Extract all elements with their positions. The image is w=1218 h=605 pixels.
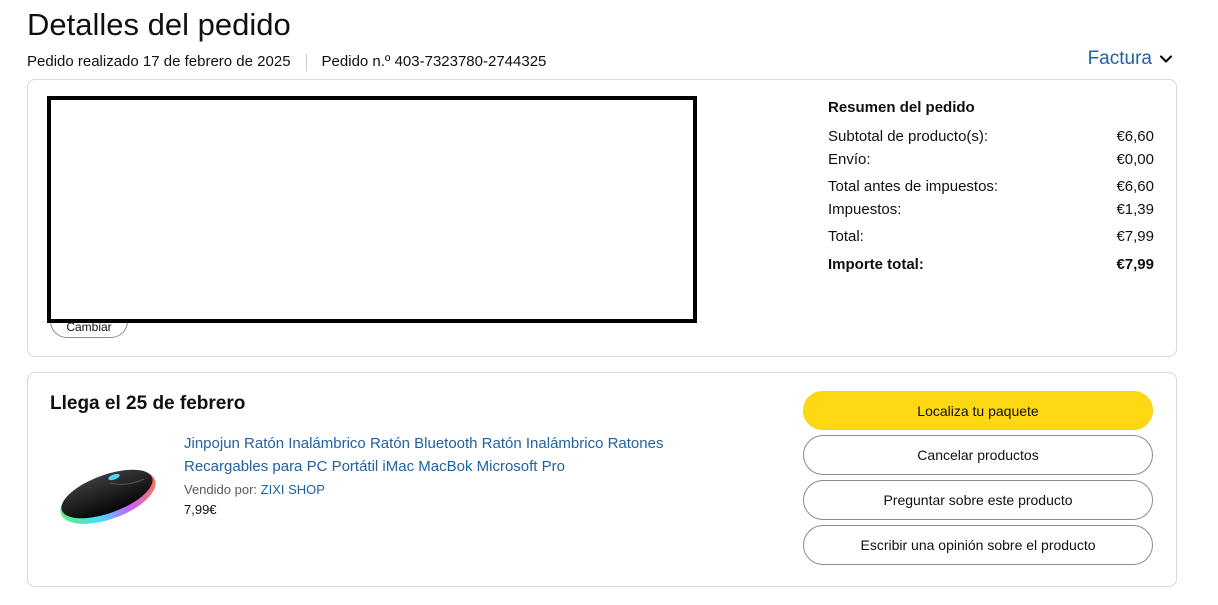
invoice-dropdown[interactable]: Factura bbox=[1088, 48, 1174, 70]
summary-label: Subtotal de producto(s): bbox=[828, 128, 989, 145]
summary-row-total: Total: €7,99 bbox=[828, 225, 1154, 248]
summary-row-subtotal: Subtotal de producto(s): €6,60 bbox=[828, 125, 1154, 148]
order-date: Pedido realizado 17 de febrero de 2025 bbox=[27, 53, 291, 70]
order-info-card: Cambiar Resumen del pedido Subtotal de p… bbox=[27, 79, 1177, 357]
summary-label: Envío: bbox=[828, 151, 871, 168]
shipment-card: Llega el 25 de febrero Jinpojun Ratón In… bbox=[27, 372, 1177, 587]
redacted-address bbox=[47, 96, 697, 323]
grand-total-value: €7,99 bbox=[1116, 256, 1154, 273]
ask-product-question-button[interactable]: Preguntar sobre este producto bbox=[803, 480, 1153, 520]
write-review-button[interactable]: Escribir una opinión sobre el producto bbox=[803, 525, 1153, 565]
summary-row-tax: Impuestos: €1,39 bbox=[828, 198, 1154, 221]
chevron-down-icon bbox=[1159, 55, 1173, 63]
cancel-items-button[interactable]: Cancelar productos bbox=[803, 435, 1153, 475]
summary-value: €6,60 bbox=[1116, 128, 1154, 145]
track-package-button[interactable]: Localiza tu paquete bbox=[803, 391, 1153, 430]
order-summary: Resumen del pedido Subtotal de producto(… bbox=[828, 98, 1154, 276]
summary-label: Total antes de impuestos: bbox=[828, 178, 999, 195]
summary-value: €1,39 bbox=[1116, 201, 1154, 218]
delivery-date: Llega el 25 de febrero bbox=[50, 393, 246, 414]
grand-total-label: Importe total: bbox=[828, 256, 924, 273]
summary-label: Impuestos: bbox=[828, 201, 902, 218]
summary-value: €6,60 bbox=[1116, 178, 1154, 195]
meta-divider bbox=[305, 53, 307, 71]
summary-row-shipping: Envío: €0,00 bbox=[828, 148, 1154, 171]
invoice-label: Factura bbox=[1087, 48, 1152, 69]
summary-row-pretax: Total antes de impuestos: €6,60 bbox=[828, 175, 1154, 198]
order-meta: Pedido realizado 17 de febrero de 2025 P… bbox=[27, 52, 546, 72]
shipment-actions: Localiza tu paquete Cancelar productos P… bbox=[803, 391, 1153, 570]
summary-row-grand-total: Importe total: €7,99 bbox=[828, 253, 1154, 276]
seller-link[interactable]: ZIXI SHOP bbox=[261, 482, 325, 497]
seller-line: Vendido por: ZIXI SHOP bbox=[184, 482, 724, 497]
product-title-link[interactable]: Jinpojun Ratón Inalámbrico Ratón Bluetoo… bbox=[184, 432, 724, 478]
product-image[interactable] bbox=[52, 453, 162, 533]
summary-value: €0,00 bbox=[1116, 151, 1154, 168]
sold-by-label: Vendido por: bbox=[184, 482, 258, 497]
product-price: 7,99€ bbox=[184, 502, 217, 517]
summary-label: Total: bbox=[828, 228, 864, 245]
product-info: Jinpojun Ratón Inalámbrico Ratón Bluetoo… bbox=[184, 432, 724, 517]
summary-title: Resumen del pedido bbox=[828, 99, 975, 116]
order-number: Pedido n.º 403-7323780-2744325 bbox=[321, 53, 547, 70]
summary-value: €7,99 bbox=[1116, 228, 1154, 245]
page-title: Detalles del pedido bbox=[27, 7, 291, 42]
